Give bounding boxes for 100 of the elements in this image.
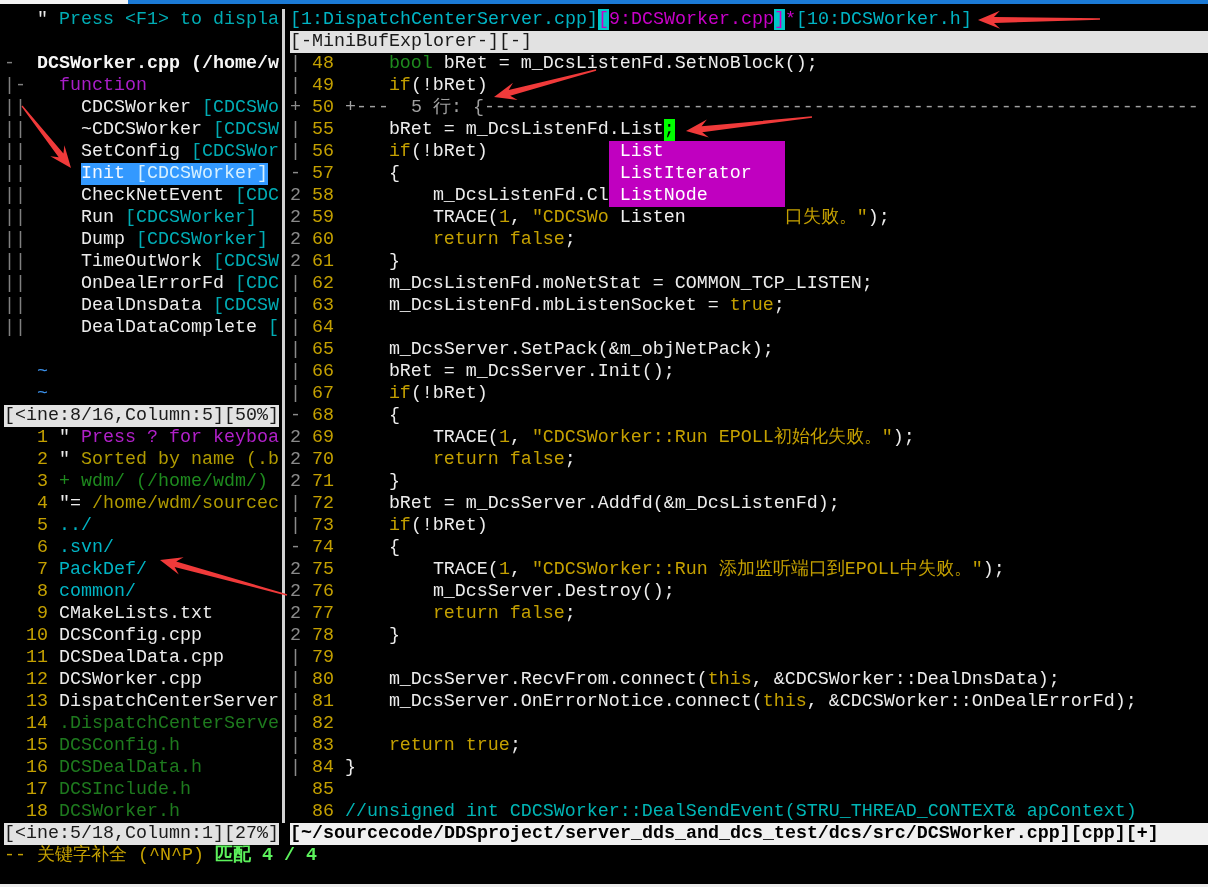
fold-marker[interactable]: 2: [289, 603, 301, 625]
fold-marker[interactable]: 2: [289, 251, 301, 273]
fold-marker[interactable]: ||: [4, 295, 26, 317]
fold-marker[interactable]: 2: [289, 625, 301, 647]
fold-marker[interactable]: ||: [4, 141, 26, 163]
tag-file-header[interactable]: DCSWorker.cpp (/home/w: [37, 53, 279, 75]
fold-marker[interactable]: ||: [4, 273, 26, 295]
fold-marker[interactable]: 2: [289, 449, 301, 471]
fold-marker[interactable]: |: [289, 713, 301, 735]
code-line: {: [388, 405, 400, 427]
fold-marker[interactable]: 2: [289, 207, 301, 229]
tag-item[interactable]: ~CDCSWorker [CDCSW: [80, 119, 279, 141]
tag-group-label[interactable]: function: [58, 75, 147, 97]
fold-marker[interactable]: |: [289, 295, 301, 317]
tag-item[interactable]: Dump [CDCSWorker]: [80, 229, 268, 251]
fold-marker[interactable]: |: [289, 361, 301, 383]
line-number: 80: [311, 669, 334, 691]
completion-item[interactable]: List: [608, 141, 785, 163]
line-number: 85: [311, 779, 334, 801]
fold-marker[interactable]: ||: [4, 207, 26, 229]
directory-entry[interactable]: .svn/: [58, 537, 114, 559]
file-entry[interactable]: DCSConfig.cpp: [58, 625, 202, 647]
tag-item[interactable]: SetConfig [CDCSWor: [80, 141, 279, 163]
completion-item[interactable]: Listen: [608, 207, 785, 229]
fold-marker[interactable]: |: [289, 317, 301, 339]
completion-item[interactable]: ListNode: [608, 185, 785, 207]
fold-marker[interactable]: |: [289, 757, 301, 779]
file-entry[interactable]: DCSWorker.cpp: [58, 669, 202, 691]
fold-marker[interactable]: 2: [289, 581, 301, 603]
directory-entry[interactable]: common/: [58, 581, 136, 603]
line-number: 56: [311, 141, 334, 163]
directory-entry[interactable]: PackDef/: [58, 559, 147, 581]
fold-marker[interactable]: ||: [4, 229, 26, 251]
line-number: 70: [311, 449, 334, 471]
fold-marker[interactable]: 2: [289, 185, 301, 207]
fold-marker[interactable]: 2: [289, 471, 301, 493]
fold-marker[interactable]: |: [289, 515, 301, 537]
file-entry[interactable]: DCSWorker.h: [58, 801, 180, 823]
fold-marker[interactable]: |: [289, 273, 301, 295]
fold-marker[interactable]: -: [289, 405, 301, 427]
fold-marker[interactable]: |: [289, 691, 301, 713]
fold-marker[interactable]: ||: [4, 251, 26, 273]
tag-item[interactable]: DealDataComplete [: [80, 317, 279, 339]
fold-marker[interactable]: 2: [289, 229, 301, 251]
tag-item[interactable]: OnDealErrorFd [CDC: [80, 273, 279, 295]
fold-marker[interactable]: -: [289, 537, 301, 559]
line-number: 79: [311, 647, 334, 669]
fold-marker[interactable]: ||: [4, 119, 26, 141]
line-number: 58: [311, 185, 334, 207]
parent-directory-entry[interactable]: + wdm/ (/home/wdm/): [58, 471, 268, 493]
fold-marker[interactable]: |: [289, 383, 301, 405]
tag-item[interactable]: TimeOutWork [CDCSW: [80, 251, 279, 273]
fold-marker[interactable]: 2: [289, 427, 301, 449]
tag-item[interactable]: Run [CDCSWorker]: [80, 207, 257, 229]
match-count: 匹配 4 / 4: [215, 845, 317, 867]
line-number: 16: [26, 757, 48, 779]
fold-marker[interactable]: |: [289, 647, 301, 669]
fold-marker[interactable]: |-: [4, 75, 26, 97]
buffer-tab[interactable]: [10:DCSWorker.h]: [795, 9, 972, 31]
fold-marker[interactable]: |: [289, 141, 301, 163]
fold-marker[interactable]: -: [4, 53, 15, 75]
file-entry[interactable]: DCSDealData.h: [58, 757, 202, 779]
line-number: 12: [26, 669, 48, 691]
file-entry[interactable]: DCSInclude.h: [58, 779, 191, 801]
fold-marker[interactable]: |: [289, 493, 301, 515]
file-entry[interactable]: CMakeLists.txt: [58, 603, 213, 625]
fold-marker[interactable]: -: [289, 163, 301, 185]
help-text: " Press <F1> to displa: [37, 9, 279, 31]
fold-marker[interactable]: |: [289, 669, 301, 691]
fold-marker[interactable]: |: [289, 735, 301, 757]
fold-marker[interactable]: 2: [289, 559, 301, 581]
buffer-tab[interactable]: [1:DispatchCenterServer.cpp]: [289, 9, 598, 31]
directory-entry[interactable]: ../: [58, 515, 92, 537]
line-number: 84: [311, 757, 334, 779]
code-line: TRACE(1, "CDCSWo: [432, 207, 609, 229]
fold-marker[interactable]: |: [289, 75, 301, 97]
completion-item[interactable]: ListIterator: [608, 163, 785, 185]
fold-marker[interactable]: ||: [4, 317, 26, 339]
tag-item[interactable]: CheckNetEvent [CDC: [80, 185, 279, 207]
code-line: if(!bRet): [388, 75, 488, 97]
file-entry[interactable]: DCSConfig.h: [58, 735, 180, 757]
file-entry[interactable]: DispatchCenterServer: [58, 691, 279, 713]
code-line: m_DcsListenFd.Cl: [432, 185, 609, 207]
buffer-marker: *: [784, 9, 796, 31]
line-number: 4: [37, 493, 48, 515]
fold-marker[interactable]: |: [289, 53, 301, 75]
tag-item[interactable]: DealDnsData [CDCSW: [80, 295, 279, 317]
fold-marker[interactable]: +: [289, 97, 301, 119]
file-entry[interactable]: DCSDealData.cpp: [58, 647, 224, 669]
tag-item[interactable]: CDCSWorker [CDCSWo: [80, 97, 279, 119]
fold-marker[interactable]: |: [289, 119, 301, 141]
line-number: 3: [37, 471, 48, 493]
fold-marker[interactable]: ||: [4, 185, 26, 207]
fold-marker[interactable]: ||: [4, 97, 26, 119]
fold-marker[interactable]: ||: [4, 163, 26, 185]
buffer-tab[interactable]: [9:DCSWorker.cpp]: [597, 9, 785, 31]
fold-marker[interactable]: |: [289, 339, 301, 361]
folded-lines[interactable]: +--- 5 行: {-----------------------------------------------------------------: [344, 97, 1199, 119]
file-entry[interactable]: .DispatchCenterServe: [58, 713, 279, 735]
code-text: 口失败。");: [784, 207, 890, 229]
